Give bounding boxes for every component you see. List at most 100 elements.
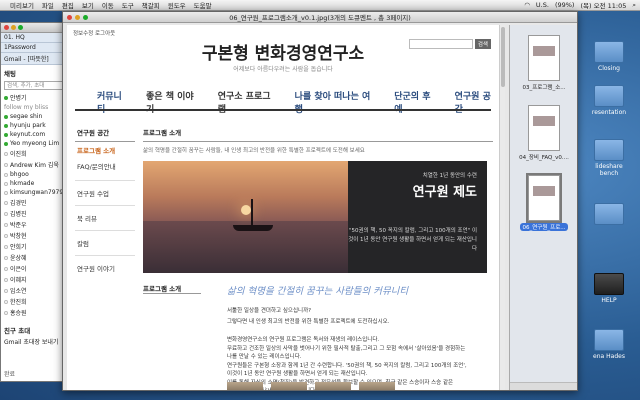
- desktop-folder[interactable]: ena Hades: [586, 329, 632, 360]
- divider: [75, 109, 491, 111]
- paragraph-line: 나를 만날 수 있는 레이스입니다.: [227, 354, 302, 360]
- minimize-icon[interactable]: [11, 25, 16, 30]
- menu-view[interactable]: 보기: [82, 0, 94, 10]
- photo-thumb: [315, 382, 351, 390]
- page-thumbnail[interactable]: 06_연구원_프로...: [510, 173, 577, 233]
- desktop-folder[interactable]: [586, 203, 632, 227]
- global-nav: 커뮤니티 좋은 책 이야기 연구소 프로그램 나를 찾아 떠나는 여행 단군의 …: [97, 89, 499, 115]
- contact-name: 이진희: [10, 151, 27, 158]
- banner-quote: "50권의 책, 50 꼭지의 칼럼, 그리고 100개의 조언" 이것이 1년…: [348, 228, 477, 252]
- battery-indicator[interactable]: (99%): [555, 1, 575, 9]
- menubar-clock[interactable]: (목) 오전 11:05: [580, 0, 626, 10]
- paragraph-line: 변화경영연구소의 연구원 프로그램은 독서와 재생의 레이스입니다.: [227, 337, 380, 343]
- paragraph-line: 서툴한 일상을 견뎌하고 싶으십니까?: [227, 308, 312, 314]
- file-icon: [594, 273, 624, 295]
- side-nav-group[interactable]: 칼럼: [75, 230, 135, 255]
- status-bar: 완료: [4, 371, 16, 378]
- thumbnail-caption: 04_장비_FAQ_v0....: [519, 155, 569, 161]
- status-icon: [4, 211, 8, 216]
- folder-icon: [594, 139, 624, 161]
- status-icon: [4, 255, 8, 260]
- thumbnail-sidebar: 03_프로그램_소... 04_장비_FAQ_v0.... 06_연구원_프로.…: [509, 25, 577, 390]
- status-icon: [4, 288, 8, 293]
- menu-preview[interactable]: 미리보기: [10, 0, 34, 10]
- site-title[interactable]: 구본형 변화경영연구소: [67, 39, 499, 64]
- status-icon: [4, 277, 8, 282]
- status-icon: [4, 162, 8, 167]
- side-nav-group[interactable]: 북 리뷰: [75, 205, 135, 230]
- status-icon: [4, 141, 8, 146]
- boat-mast: [251, 199, 253, 227]
- thumbnail-caption: 03_프로그램_소...: [522, 85, 566, 91]
- folder-icon: [594, 41, 624, 63]
- status-icon: [4, 181, 8, 186]
- status-icon: [4, 233, 8, 238]
- page-thumbnail[interactable]: 04_장비_FAQ_v0....: [510, 105, 577, 161]
- contact-name: keynut.com: [10, 131, 46, 138]
- paragraph-line: 이것이 1년 동안 연구원 생활을 하면서 얻게 되는 재산입니다.: [227, 371, 368, 377]
- close-icon[interactable]: [4, 25, 9, 30]
- contact-name: 이은이: [10, 266, 27, 273]
- user-links[interactable]: 정보수정 로그아웃: [73, 29, 115, 37]
- window-titlebar[interactable]: 06_연구원_프로그램소개_v0.1.jpg(3개의 도큐멘트 , 총 3페이지…: [63, 12, 577, 23]
- gnb-journey[interactable]: 나를 찾아 떠나는 여행: [295, 89, 379, 115]
- menu-edit[interactable]: 편집: [62, 0, 74, 10]
- intro-text: 삶의 혁명을 간절히 꿈꾸는 사람들, 내 인생 최고의 반전을 위한 특별한 …: [143, 148, 365, 154]
- document-page: 정보수정 로그아웃 검색 구본형 변화경영연구소 어제보다 아름다우려는 사람을…: [67, 25, 499, 390]
- contact-name: 김병진: [10, 211, 27, 218]
- status-icon: [4, 244, 8, 249]
- gnb-programs[interactable]: 연구소 프로그램: [218, 89, 279, 115]
- side-nav-item[interactable]: FAQ/문의안내: [75, 158, 135, 174]
- handwritten-heading: 삶의 혁명을 간절히 꿈꾸는 사람들의 커뮤니티: [227, 286, 409, 297]
- scrollbar-thumb[interactable]: [501, 27, 505, 87]
- desktop-folder[interactable]: Closing: [586, 41, 632, 72]
- contact-name: 홍승원: [10, 310, 27, 317]
- page-thumbnail[interactable]: 03_프로그램_소...: [510, 35, 577, 91]
- gnb-community[interactable]: 커뮤니티: [97, 89, 130, 115]
- spotlight-icon[interactable]: ⌕: [632, 1, 636, 10]
- paragraph-line: 그렇다면 내 인생 최고의 반전을 위한 특별한 프로젝트에 도전하십시오.: [227, 319, 390, 325]
- window-title: 06_연구원_프로그램소개_v0.1.jpg(3개의 도큐멘트 , 총 3페이지…: [229, 14, 411, 22]
- preview-window: 06_연구원_프로그램소개_v0.1.jpg(3개의 도큐멘트 , 총 3페이지…: [62, 11, 578, 391]
- input-source[interactable]: U.S.: [536, 1, 549, 9]
- banner-kicker: 치열한 1년 동안의 수련: [422, 173, 477, 179]
- contact-name: 김경민: [10, 200, 27, 207]
- side-nav-group[interactable]: 연구원 이야기: [75, 255, 135, 280]
- contact-name: Andrew Kim 김욱: [10, 162, 59, 169]
- menu-bookmarks[interactable]: 책갈피: [142, 0, 160, 10]
- side-nav: 연구원 공간 프로그램 소개 FAQ/문의안내 연구원 수업 북 리뷰 칼럼 연…: [75, 123, 135, 280]
- status-icon: [4, 200, 8, 205]
- gnb-books[interactable]: 좋은 책 이야기: [146, 89, 202, 115]
- menu-tools[interactable]: 도구: [122, 0, 134, 10]
- desktop-folder[interactable]: resentation: [586, 85, 632, 116]
- contact-name: 박창현: [10, 233, 27, 240]
- menu-help[interactable]: 도움말: [194, 0, 212, 10]
- status-icon: [4, 266, 8, 271]
- photo-thumb: [227, 382, 263, 390]
- desktop-folder[interactable]: lideshare bench: [586, 139, 632, 177]
- thumbnail-image: [526, 173, 562, 223]
- contact-name: 이혜지: [10, 277, 27, 284]
- contact-name: 한진희: [10, 299, 27, 306]
- contact-name: 안희기: [10, 244, 27, 251]
- contact-name: hyunju park: [10, 122, 46, 129]
- thumbnail-image: [528, 105, 560, 151]
- vertical-scrollbar[interactable]: [499, 25, 505, 390]
- side-nav-group[interactable]: 연구원 수업: [75, 180, 135, 205]
- menu-window[interactable]: 윈도우: [168, 0, 186, 10]
- menubar: 미리보기 파일 편집 보기 이동 도구 책갈피 윈도우 도움말 ◠ U.S. (…: [0, 0, 640, 11]
- menu-file[interactable]: 파일: [42, 0, 54, 10]
- zoom-icon[interactable]: [18, 25, 23, 30]
- contact-name: 윤상혜: [10, 255, 27, 262]
- status-icon: [4, 299, 8, 304]
- gnb-dangun[interactable]: 단군의 후예: [394, 89, 438, 115]
- menu-go[interactable]: 이동: [102, 0, 114, 10]
- wifi-icon[interactable]: ◠: [524, 1, 530, 9]
- status-icon: [4, 151, 8, 156]
- status-icon: [4, 222, 8, 227]
- banner-sun: [241, 205, 251, 215]
- desktop-file[interactable]: HELP: [586, 273, 632, 304]
- contact-name: hkmade: [10, 180, 35, 187]
- gnb-researchers[interactable]: 연구원 공간: [455, 89, 499, 115]
- side-nav-item[interactable]: 프로그램 소개: [75, 142, 135, 158]
